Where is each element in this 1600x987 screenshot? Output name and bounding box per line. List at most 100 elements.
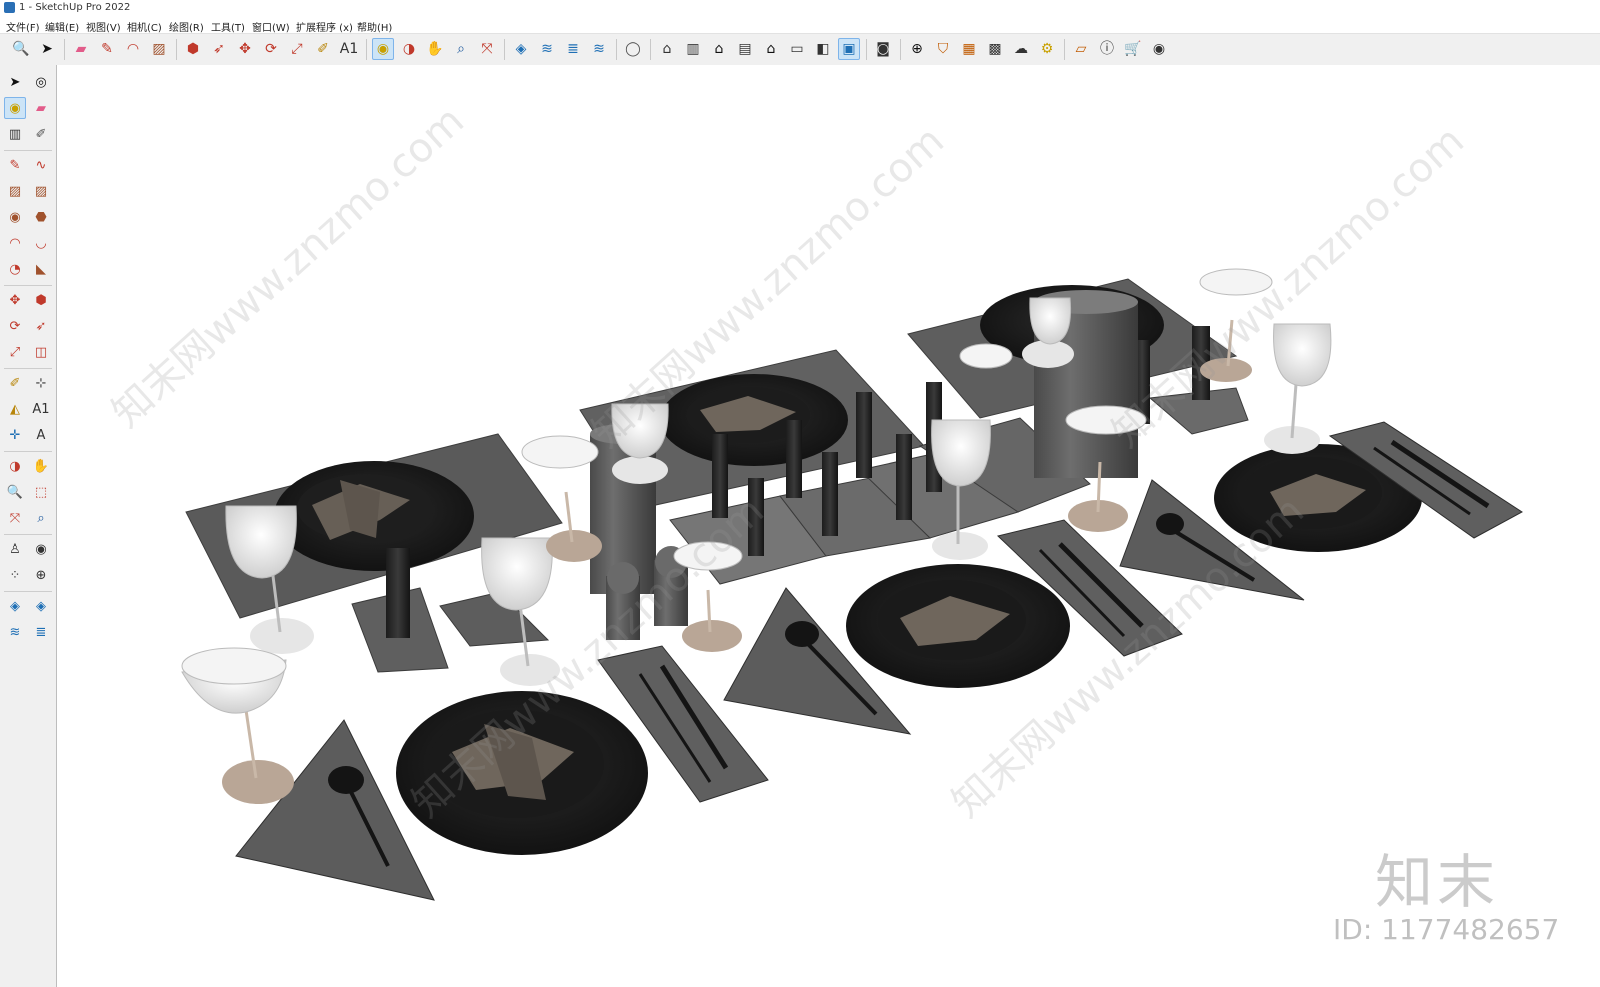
menu-view[interactable]: 视图(V) (86, 19, 121, 34)
settings-icon[interactable]: ⚙ (1036, 38, 1058, 60)
sector-icon[interactable]: ◣ (30, 258, 52, 280)
title-bar: 1 - SketchUp Pro 2022 (0, 0, 1600, 16)
orbit-icon[interactable]: ◑ (398, 38, 420, 60)
dimension-icon[interactable]: ⊹ (30, 372, 52, 394)
pan-icon[interactable]: ✋ (424, 38, 446, 60)
paint-bucket-icon[interactable]: ◉ (372, 38, 394, 60)
rotate-icon[interactable]: ⟳ (4, 315, 26, 337)
section-icon[interactable]: ◧ (812, 38, 834, 60)
model-viewport[interactable]: 知末网www.znzmo.com 知末网www.znzmo.com 知末网www… (57, 65, 1600, 987)
position-camera-icon[interactable]: ♙ (4, 538, 26, 560)
warehouse-icon[interactable]: ⌂ (656, 38, 678, 60)
style-icon[interactable]: ▦ (958, 38, 980, 60)
previous-view-icon[interactable]: ⌕ (30, 507, 52, 529)
section-fill-icon[interactable]: ▣ (838, 38, 860, 60)
orbit-icon[interactable]: ◑ (4, 455, 26, 477)
tags-icon[interactable]: ≣ (562, 38, 584, 60)
camera-icon[interactable]: ◙ (872, 38, 894, 60)
arc-icon[interactable]: ◠ (122, 38, 144, 60)
offset-icon[interactable]: ◫ (30, 341, 52, 363)
text-icon[interactable]: A1 (338, 38, 360, 60)
tape-measure-icon[interactable]: ✐ (312, 38, 334, 60)
zoom-icon[interactable]: 🔍 (10, 38, 32, 60)
circle-icon[interactable]: ◉ (4, 206, 26, 228)
menu-draw[interactable]: 绘图(R) (169, 19, 204, 34)
menu-extensions[interactable]: 扩展程序 (x) (296, 19, 353, 34)
info-icon[interactable]: ⓘ (1096, 38, 1118, 60)
select-arrow-icon[interactable]: ➤ (4, 71, 26, 93)
top-view-icon[interactable]: ▭ (786, 38, 808, 60)
move-icon[interactable]: ✥ (4, 289, 26, 311)
axes-icon[interactable]: ✛ (4, 424, 26, 446)
cloud-icon[interactable]: ☁ (1010, 38, 1032, 60)
look-around-icon[interactable]: ◉ (30, 538, 52, 560)
pie-icon[interactable]: ◔ (4, 258, 26, 280)
scale-icon[interactable]: ⤢ (4, 341, 26, 363)
user-icon[interactable]: ◯ (622, 38, 644, 60)
menu-window[interactable]: 窗口(W) (252, 19, 290, 34)
orbit-small-icon[interactable]: ◎ (30, 71, 52, 93)
sandbox-icon[interactable]: ◈ (510, 38, 532, 60)
menu-tools[interactable]: 工具(T) (211, 19, 245, 34)
component-icon[interactable]: ▥ (4, 123, 26, 145)
scale-icon[interactable]: ⤢ (286, 38, 308, 60)
protractor-icon[interactable]: ◭ (4, 398, 26, 420)
account-icon[interactable]: ◉ (1148, 38, 1170, 60)
cart-icon[interactable]: 🛒 (1122, 38, 1144, 60)
flip-icon[interactable]: ≣ (30, 621, 52, 643)
push-pull-icon[interactable]: ⬢ (30, 289, 52, 311)
text-icon[interactable]: A1 (30, 398, 52, 420)
move-icon[interactable]: ✥ (234, 38, 256, 60)
stamp-icon[interactable]: ◈ (30, 595, 52, 617)
front-view-icon[interactable]: ⌂ (760, 38, 782, 60)
zoom-extents-icon[interactable]: ⤧ (476, 38, 498, 60)
eraser-icon[interactable]: ▰ (70, 38, 92, 60)
drape-icon[interactable]: ≋ (4, 621, 26, 643)
paint-bucket-icon[interactable]: ◉ (4, 97, 26, 119)
toolbar-separator (650, 39, 651, 60)
sandbox-icon[interactable]: ◈ (4, 595, 26, 617)
toolbar-separator (366, 39, 367, 60)
pencil-line-icon[interactable]: ✎ (96, 38, 118, 60)
push-pull-icon[interactable]: ⬢ (182, 38, 204, 60)
pattern-icon[interactable]: ▩ (984, 38, 1006, 60)
tape-icon[interactable]: ✐ (30, 123, 52, 145)
toolbar-separator (4, 285, 52, 286)
menu-edit[interactable]: 编辑(E) (45, 19, 79, 34)
toolbar-separator (64, 39, 65, 60)
section-plane-icon[interactable]: ⊕ (30, 564, 52, 586)
extension-icon[interactable]: ▱ (1070, 38, 1092, 60)
pan-icon[interactable]: ✋ (30, 455, 52, 477)
menu-help[interactable]: 帮助(H) (357, 19, 392, 34)
home-icon[interactable]: ⌂ (708, 38, 730, 60)
iso-view-icon[interactable]: ▤ (734, 38, 756, 60)
add-icon[interactable]: ⊕ (906, 38, 928, 60)
eraser-icon[interactable]: ▰ (30, 97, 52, 119)
polygon-icon[interactable]: ⬣ (30, 206, 52, 228)
toolbar-separator (900, 39, 901, 60)
select-icon[interactable]: ➤ (36, 38, 58, 60)
scenes-icon[interactable]: ≋ (588, 38, 610, 60)
pencil-icon[interactable]: ✎ (4, 154, 26, 176)
menu-camera[interactable]: 相机(C) (127, 19, 162, 34)
zoom-icon[interactable]: 🔍 (4, 481, 26, 503)
tape-measure-icon[interactable]: ✐ (4, 372, 26, 394)
zoom-glass-icon[interactable]: ⌕ (450, 38, 472, 60)
follow-me-icon[interactable]: ➶ (208, 38, 230, 60)
zoom-extents-icon[interactable]: ⤧ (4, 507, 26, 529)
follow-me-icon[interactable]: ➶ (30, 315, 52, 337)
rectangle-icon[interactable]: ▨ (4, 180, 26, 202)
arc3-icon[interactable]: ◡ (30, 232, 52, 254)
component-icon[interactable]: ▥ (682, 38, 704, 60)
layers-icon[interactable]: ≋ (536, 38, 558, 60)
freehand-icon[interactable]: ∿ (30, 154, 52, 176)
shield-icon[interactable]: ⛉ (932, 38, 954, 60)
zoom-window-icon[interactable]: ⬚ (30, 481, 52, 503)
3d-text-icon[interactable]: A (30, 424, 52, 446)
rotate-icon[interactable]: ⟳ (260, 38, 282, 60)
arc-icon[interactable]: ◠ (4, 232, 26, 254)
rotated-rect-icon[interactable]: ▨ (30, 180, 52, 202)
menu-file[interactable]: 文件(F) (6, 19, 40, 34)
walk-icon[interactable]: ⁘ (4, 564, 26, 586)
rectangle-icon[interactable]: ▨ (148, 38, 170, 60)
